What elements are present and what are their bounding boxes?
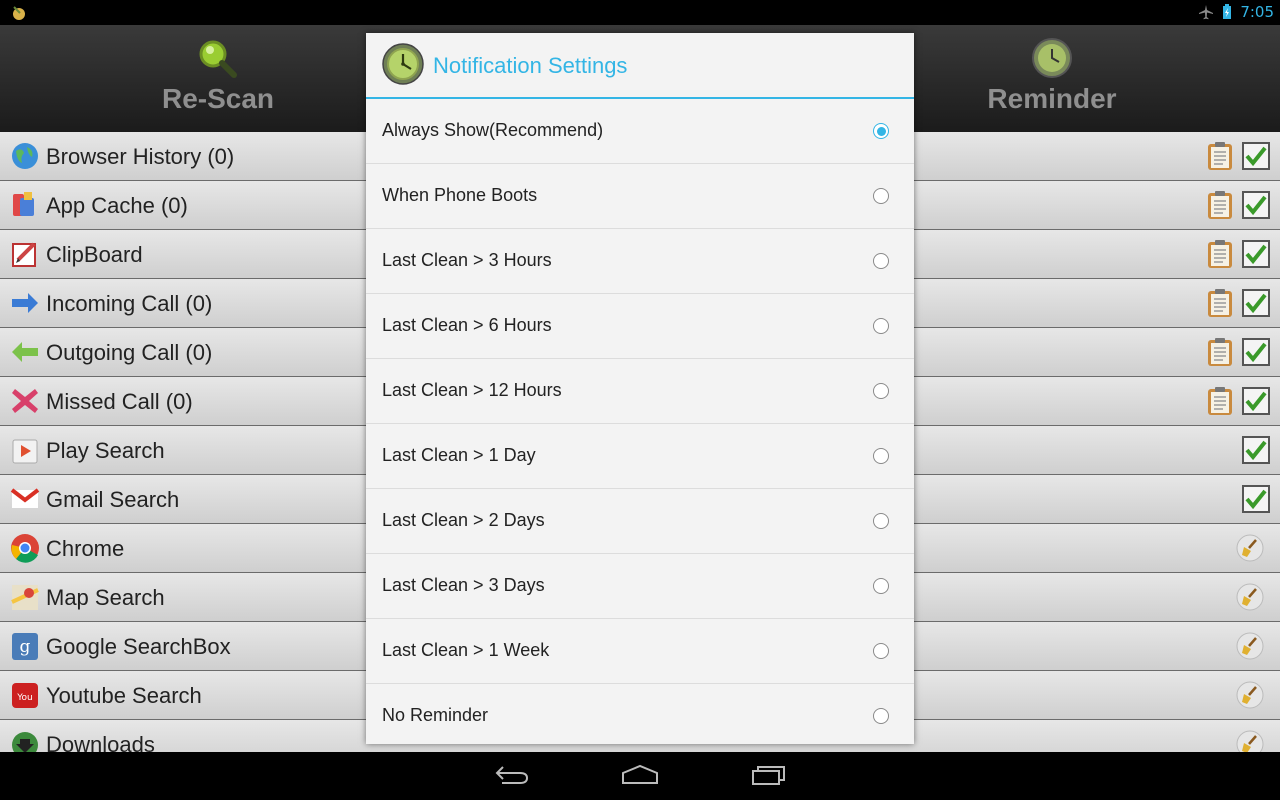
radio-button[interactable] [873, 643, 889, 659]
option-row[interactable]: Always Show(Recommend) [366, 99, 914, 164]
option-label: Last Clean > 2 Days [382, 510, 545, 530]
option-row[interactable]: Last Clean > 12 Hours [366, 359, 914, 424]
airplane-mode-icon [1199, 5, 1214, 20]
dialog-title: Notification Settings [433, 53, 628, 78]
recent-apps-icon[interactable] [751, 764, 787, 786]
option-row[interactable]: No Reminder [366, 684, 914, 748]
option-label: No Reminder [382, 705, 489, 725]
radio-button[interactable] [873, 708, 889, 724]
back-icon[interactable] [494, 764, 530, 786]
option-label: Last Clean > 1 Week [382, 640, 550, 660]
radio-button[interactable] [873, 578, 889, 594]
radio-button[interactable] [873, 253, 889, 269]
battery-charging-icon [1223, 4, 1232, 19]
notification-settings-dialog: Notification Settings Always Show(Recomm… [366, 33, 914, 744]
dialog-header: Notification Settings [366, 33, 914, 99]
radio-button[interactable] [873, 188, 889, 204]
status-bar: 7:05 [0, 0, 1280, 25]
home-icon[interactable] [620, 764, 660, 786]
option-label: Last Clean > 3 Days [382, 575, 545, 595]
radio-button[interactable] [873, 448, 889, 464]
option-row[interactable]: Last Clean > 1 Day [366, 424, 914, 489]
option-row[interactable]: Last Clean > 3 Hours [366, 229, 914, 294]
app-notification-icon [13, 6, 25, 20]
option-label: When Phone Boots [382, 185, 538, 205]
option-row[interactable]: Last Clean > 2 Days [366, 489, 914, 554]
option-row[interactable]: Last Clean > 6 Hours [366, 294, 914, 359]
clock-icon [382, 43, 424, 85]
option-row[interactable]: Last Clean > 1 Week [366, 619, 914, 684]
option-row[interactable]: Last Clean > 3 Days [366, 554, 914, 619]
radio-button[interactable] [873, 383, 889, 399]
radio-button[interactable] [873, 318, 889, 334]
radio-button[interactable] [873, 123, 889, 139]
clock: 7:05 [1240, 3, 1274, 21]
option-row[interactable]: When Phone Boots [366, 164, 914, 229]
option-label: Last Clean > 6 Hours [382, 315, 552, 335]
option-label: Always Show(Recommend) [382, 120, 604, 140]
option-label: Last Clean > 12 Hours [382, 380, 562, 400]
system-navigation-bar [0, 752, 1280, 800]
radio-button[interactable] [873, 513, 889, 529]
option-list: Always Show(Recommend) When Phone Boots La… [366, 99, 914, 748]
option-label: Last Clean > 3 Hours [382, 250, 552, 270]
option-label: Last Clean > 1 Day [382, 445, 536, 465]
